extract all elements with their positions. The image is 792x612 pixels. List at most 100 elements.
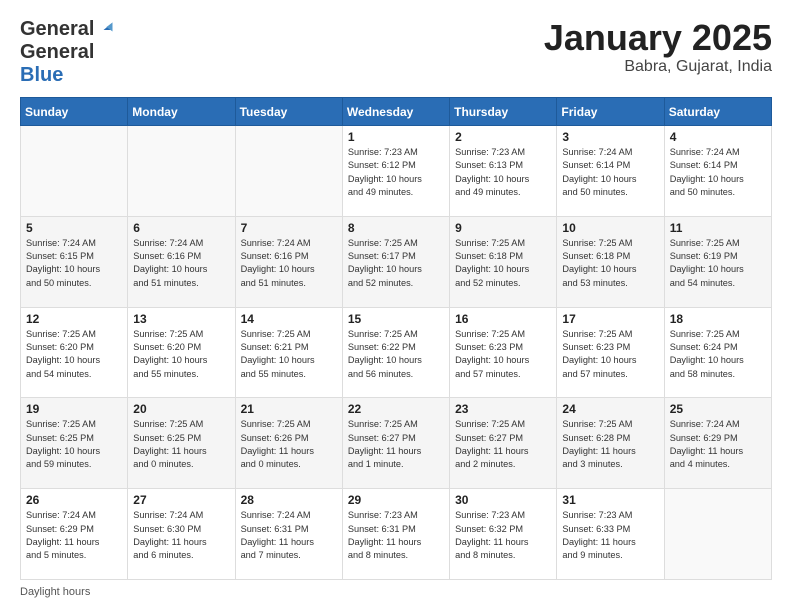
- calendar-cell: 29 Sunrise: 7:23 AMSunset: 6:31 PMDayligh…: [342, 489, 449, 580]
- week-row-1: 1Sunrise: 7:23 AMSunset: 6:12 PMDaylight…: [21, 126, 772, 217]
- calendar-cell: 5 Sunrise: 7:24 AMSunset: 6:15 PMDaylight…: [21, 216, 128, 307]
- day-number: 14: [241, 312, 337, 326]
- calendar-cell: 22 Sunrise: 7:25 AMSunset: 6:27 PMDayligh…: [342, 398, 449, 489]
- day-number: 20: [133, 402, 229, 416]
- day-info: Sunrise: 7:24 AMSunset: 6:15 PMDaylight:…: [26, 237, 122, 290]
- calendar-cell: 25 Sunrise: 7:24 AMSunset: 6:29 PMDayligh…: [664, 398, 771, 489]
- logo-general2: General: [20, 41, 94, 64]
- day-number: 4: [670, 130, 766, 144]
- weekday-tuesday: Tuesday: [235, 98, 342, 126]
- calendar-cell: 7 Sunrise: 7:24 AMSunset: 6:16 PMDaylight…: [235, 216, 342, 307]
- location: Babra, Gujarat, India: [544, 58, 772, 76]
- day-info: Sunrise: 7:25 AMSunset: 6:19 PMDaylight:…: [670, 237, 766, 290]
- day-number: 23: [455, 402, 551, 416]
- calendar-cell: 23Sunrise: 7:25 AMSunset: 6:27 PMDayligh…: [450, 398, 557, 489]
- day-info: Sunrise: 7:25 AMSunset: 6:25 PMDaylight:…: [26, 418, 122, 471]
- logo-blue-text: Blue: [20, 64, 63, 86]
- day-number: 6: [133, 221, 229, 235]
- calendar-cell: [128, 126, 235, 217]
- weekday-monday: Monday: [128, 98, 235, 126]
- day-info: Sunrise: 7:23 AMSunset: 6:32 PMDaylight:…: [455, 509, 551, 562]
- day-info: Sunrise: 7:24 AMSunset: 6:16 PMDaylight:…: [241, 237, 337, 290]
- logo: General General Blue: [20, 18, 114, 87]
- calendar-cell: 15Sunrise: 7:25 AMSunset: 6:22 PMDayligh…: [342, 307, 449, 398]
- day-number: 18: [670, 312, 766, 326]
- day-number: 12: [26, 312, 122, 326]
- calendar-cell: 24 Sunrise: 7:25 AMSunset: 6:28 PMDayligh…: [557, 398, 664, 489]
- week-row-5: 26Sunrise: 7:24 AMSunset: 6:29 PMDayligh…: [21, 489, 772, 580]
- weekday-saturday: Saturday: [664, 98, 771, 126]
- day-info: Sunrise: 7:25 AMSunset: 6:24 PMDaylight:…: [670, 328, 766, 381]
- day-info: Sunrise: 7:24 AMSunset: 6:30 PMDaylight:…: [133, 509, 229, 562]
- day-info: Sunrise: 7:24 AMSunset: 6:14 PMDaylight:…: [670, 146, 766, 199]
- week-row-4: 19Sunrise: 7:25 AMSunset: 6:25 PMDayligh…: [21, 398, 772, 489]
- title-block: January 2025 Babra, Gujarat, India: [544, 18, 772, 76]
- day-info: Sunrise: 7:24 AMSunset: 6:14 PMDaylight:…: [562, 146, 658, 199]
- day-number: 31: [562, 493, 658, 507]
- day-number: 26: [26, 493, 122, 507]
- calendar-cell: 11 Sunrise: 7:25 AMSunset: 6:19 PMDayligh…: [664, 216, 771, 307]
- day-info: Sunrise: 7:25 AMSunset: 6:28 PMDaylight:…: [562, 418, 658, 471]
- day-number: 25: [670, 402, 766, 416]
- day-number: 22: [348, 402, 444, 416]
- weekday-wednesday: Wednesday: [342, 98, 449, 126]
- calendar-cell: 14 Sunrise: 7:25 AMSunset: 6:21 PMDayligh…: [235, 307, 342, 398]
- daylight-label: Daylight hours: [20, 586, 90, 598]
- calendar-cell: 4 Sunrise: 7:24 AMSunset: 6:14 PMDaylight…: [664, 126, 771, 217]
- calendar-cell: 10 Sunrise: 7:25 AMSunset: 6:18 PMDayligh…: [557, 216, 664, 307]
- day-number: 29: [348, 493, 444, 507]
- day-number: 15: [348, 312, 444, 326]
- calendar-cell: 13Sunrise: 7:25 AMSunset: 6:20 PMDayligh…: [128, 307, 235, 398]
- day-info: Sunrise: 7:25 AMSunset: 6:18 PMDaylight:…: [455, 237, 551, 290]
- day-number: 8: [348, 221, 444, 235]
- calendar-cell: 20 Sunrise: 7:25 AMSunset: 6:25 PMDayligh…: [128, 398, 235, 489]
- day-info: Sunrise: 7:24 AMSunset: 6:29 PMDaylight:…: [670, 418, 766, 471]
- day-info: Sunrise: 7:25 AMSunset: 6:18 PMDaylight:…: [562, 237, 658, 290]
- day-info: Sunrise: 7:25 AMSunset: 6:23 PMDaylight:…: [455, 328, 551, 381]
- day-info: Sunrise: 7:25 AMSunset: 6:27 PMDaylight:…: [348, 418, 444, 471]
- day-info: Sunrise: 7:23 AMSunset: 6:13 PMDaylight:…: [455, 146, 551, 199]
- calendar-cell: 17Sunrise: 7:25 AMSunset: 6:23 PMDayligh…: [557, 307, 664, 398]
- calendar-cell: 9 Sunrise: 7:25 AMSunset: 6:18 PMDaylight…: [450, 216, 557, 307]
- day-info: Sunrise: 7:25 AMSunset: 6:26 PMDaylight:…: [241, 418, 337, 471]
- day-number: 2: [455, 130, 551, 144]
- logo-bird-icon: [96, 21, 114, 39]
- calendar-cell: 8 Sunrise: 7:25 AMSunset: 6:17 PMDaylight…: [342, 216, 449, 307]
- day-number: 10: [562, 221, 658, 235]
- week-row-2: 5 Sunrise: 7:24 AMSunset: 6:15 PMDaylight…: [21, 216, 772, 307]
- day-number: 24: [562, 402, 658, 416]
- day-number: 1: [348, 130, 444, 144]
- calendar-cell: 18 Sunrise: 7:25 AMSunset: 6:24 PMDayligh…: [664, 307, 771, 398]
- week-row-3: 12 Sunrise: 7:25 AMSunset: 6:20 PMDayligh…: [21, 307, 772, 398]
- day-number: 30: [455, 493, 551, 507]
- weekday-sunday: Sunday: [21, 98, 128, 126]
- calendar-cell: 1Sunrise: 7:23 AMSunset: 6:12 PMDaylight…: [342, 126, 449, 217]
- calendar-cell: 31 Sunrise: 7:23 AMSunset: 6:33 PMDayligh…: [557, 489, 664, 580]
- calendar-cell: [235, 126, 342, 217]
- day-info: Sunrise: 7:25 AMSunset: 6:20 PMDaylight:…: [26, 328, 122, 381]
- day-number: 21: [241, 402, 337, 416]
- calendar-cell: [21, 126, 128, 217]
- day-number: 9: [455, 221, 551, 235]
- day-number: 28: [241, 493, 337, 507]
- day-info: Sunrise: 7:23 AMSunset: 6:31 PMDaylight:…: [348, 509, 444, 562]
- day-info: Sunrise: 7:24 AMSunset: 6:31 PMDaylight:…: [241, 509, 337, 562]
- month-title: January 2025: [544, 18, 772, 58]
- day-info: Sunrise: 7:25 AMSunset: 6:21 PMDaylight:…: [241, 328, 337, 381]
- calendar-cell: 12 Sunrise: 7:25 AMSunset: 6:20 PMDayligh…: [21, 307, 128, 398]
- day-number: 11: [670, 221, 766, 235]
- day-info: Sunrise: 7:25 AMSunset: 6:17 PMDaylight:…: [348, 237, 444, 290]
- calendar-cell: 16Sunrise: 7:25 AMSunset: 6:23 PMDayligh…: [450, 307, 557, 398]
- day-info: Sunrise: 7:23 AMSunset: 6:33 PMDaylight:…: [562, 509, 658, 562]
- footer-note: Daylight hours: [20, 586, 772, 598]
- day-number: 17: [562, 312, 658, 326]
- calendar-cell: 2 Sunrise: 7:23 AMSunset: 6:13 PMDaylight…: [450, 126, 557, 217]
- weekday-friday: Friday: [557, 98, 664, 126]
- day-info: Sunrise: 7:25 AMSunset: 6:25 PMDaylight:…: [133, 418, 229, 471]
- day-number: 7: [241, 221, 337, 235]
- day-info: Sunrise: 7:24 AMSunset: 6:16 PMDaylight:…: [133, 237, 229, 290]
- day-number: 27: [133, 493, 229, 507]
- weekday-thursday: Thursday: [450, 98, 557, 126]
- calendar-cell: 19Sunrise: 7:25 AMSunset: 6:25 PMDayligh…: [21, 398, 128, 489]
- day-number: 5: [26, 221, 122, 235]
